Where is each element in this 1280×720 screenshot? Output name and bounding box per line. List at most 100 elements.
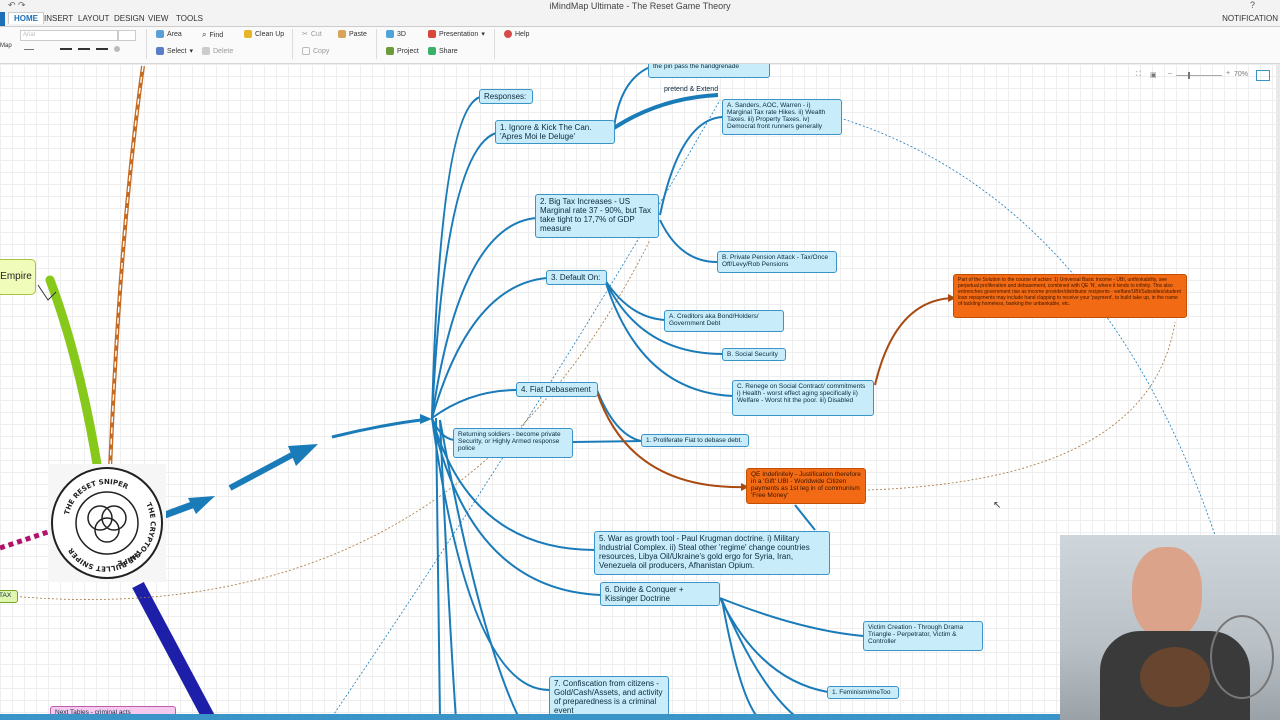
line-weight-2-icon[interactable] <box>78 48 90 50</box>
dotted-right-link <box>839 117 1216 536</box>
sub-branch-a <box>659 116 723 216</box>
reset-sniper-seal-logo: THE RESET SNIPER THE CRYPTO SNIPER THE B… <box>45 458 166 582</box>
branch-1 <box>431 132 497 419</box>
3d-button[interactable]: 3D <box>386 30 406 38</box>
broom-icon <box>244 30 252 38</box>
sub-branch-feminism <box>719 597 829 693</box>
find-label: Find <box>209 31 224 39</box>
webcam-overlay <box>1060 535 1280 720</box>
help-button[interactable]: Help <box>504 30 529 38</box>
line-weight-3-icon[interactable] <box>96 48 108 50</box>
dotted-blue-link <box>332 99 721 716</box>
branch-3c-topic[interactable]: C. Renege on Social Contract/ commitment… <box>732 380 874 416</box>
search-icon: ⌕ <box>202 30 207 39</box>
area-label: Area <box>167 30 182 38</box>
zoom-out-button[interactable]: – <box>1168 70 1172 77</box>
copy-button[interactable]: Copy <box>302 47 329 55</box>
qe-to-war-link <box>794 504 816 531</box>
presenter-head <box>1132 547 1202 639</box>
responses-topic[interactable]: Responses: <box>479 89 533 104</box>
line-weight-icon[interactable] <box>60 48 72 50</box>
window-title: iMindMap Ultimate - The Reset Game Theor… <box>549 1 731 11</box>
branch-7-topic[interactable]: 7. Confiscation from citizens - Gold/Cas… <box>549 676 669 716</box>
ribbon-separator <box>146 29 147 59</box>
branch-1-topic[interactable]: 1. Ignore & Kick The Can. 'Apres Moi le … <box>495 120 615 144</box>
magenta-dashed-branch <box>0 529 49 551</box>
branch-4-topic[interactable]: 4. Fiat Debasement <box>516 382 598 397</box>
orange-connector-ubi <box>874 297 954 386</box>
fill-color-icon[interactable] <box>114 46 120 52</box>
qe-topic[interactable]: QE Indefinitely - Justification therefor… <box>746 468 866 504</box>
branch-1a-topic[interactable]: A. Sanders, AOC, Warren - i) Marginal Ta… <box>722 99 842 135</box>
tab-home[interactable]: HOME <box>8 12 44 24</box>
orange-branch-dash <box>109 65 144 471</box>
area-icon <box>156 30 164 38</box>
branch-3-topic[interactable]: 3. Default On: <box>546 270 607 285</box>
branch-5-topic[interactable]: 5. War as growth tool - Paul Krugman doc… <box>594 531 830 575</box>
delete-button[interactable]: Delete <box>202 47 233 55</box>
project-button[interactable]: Project <box>386 47 419 55</box>
branch-3b-topic[interactable]: B. Social Security <box>722 348 786 361</box>
paste-button[interactable]: Paste <box>338 30 367 38</box>
tab-view[interactable]: VIEW <box>148 14 168 23</box>
victim-topic[interactable]: Victim Creation - Through Drama Triangle… <box>863 621 983 651</box>
clean-up-button[interactable]: Clean Up <box>244 30 284 38</box>
central-topic-fragment[interactable]: Empire <box>0 259 36 295</box>
arrow-head-2 <box>288 444 318 466</box>
select-button[interactable]: Select ▾ <box>156 47 193 55</box>
tab-tools[interactable]: TOOLS <box>176 14 203 23</box>
share-icon <box>428 47 436 55</box>
font-family-input[interactable]: Arial <box>20 30 118 41</box>
branch-4-1-topic[interactable]: 1. Proliferate Fiat to debase debt. <box>641 434 749 447</box>
ribbon-separator <box>376 29 377 59</box>
branch-3a-topic[interactable]: A. Creditors aka Bond/Holders/ Governmen… <box>664 310 784 332</box>
green-branch <box>45 275 103 475</box>
tab-insert[interactable]: INSERT <box>44 14 73 23</box>
branch-6-topic[interactable]: 6. Divide & Conquer + Kissinger Doctrine <box>600 582 720 606</box>
branch-2b-topic[interactable]: B. Private Pension Attack - Tax/Once Off… <box>717 251 837 273</box>
overview-icon[interactable]: ▣ <box>1150 71 1157 79</box>
menu-bar: HOME INSERT LAYOUT DESIGN VIEW TOOLS NOT… <box>0 12 1280 27</box>
tab-layout[interactable]: LAYOUT <box>78 14 109 23</box>
branch-2-topic[interactable]: 2. Big Tax Increases - US Marginal rate … <box>535 194 659 238</box>
delete-label: Delete <box>213 47 234 55</box>
tab-design[interactable]: DESIGN <box>114 14 145 23</box>
panel-toggle-icon[interactable] <box>1256 70 1270 81</box>
ubi-topic[interactable]: Part of the Solution to the course of ac… <box>953 274 1187 318</box>
font-size-input[interactable] <box>118 30 136 41</box>
soldiers-topic[interactable]: Returning soldiers - become private Secu… <box>453 428 573 458</box>
find-button[interactable]: ⌕ Find <box>202 30 223 40</box>
bottom-status-strip <box>0 714 1060 720</box>
branch-7 <box>431 417 550 691</box>
zoom-slider-thumb[interactable] <box>1188 72 1190 79</box>
arrow-head-1 <box>188 496 215 514</box>
sub-branch-victim <box>719 597 864 637</box>
presentation-label: Presentation <box>439 30 479 38</box>
fit-view-icon[interactable]: ⛶ <box>1136 71 1141 79</box>
navy-branch <box>132 581 216 716</box>
share-button[interactable]: Share <box>428 47 458 55</box>
line-style-icon[interactable] <box>24 49 34 50</box>
help-label: Help <box>515 30 530 38</box>
cut-label: Cut <box>310 30 322 38</box>
tax-tag-topic[interactable]: TAX <box>0 590 18 603</box>
format-buttons-row <box>24 45 134 53</box>
ribbon-separator <box>494 29 495 59</box>
feminism-topic[interactable]: 1. Feminism#meToo <box>827 686 899 699</box>
branch-3 <box>431 277 548 419</box>
shirt-graphic <box>1140 647 1210 707</box>
cut-button[interactable]: ✂ Cut <box>302 30 322 39</box>
zoom-in-button[interactable]: + <box>1226 70 1230 77</box>
zoom-control: ⛶ ▣ – + 70% <box>1136 70 1276 82</box>
help-question-icon[interactable]: ? <box>1250 0 1255 10</box>
clean-up-label: Clean Up <box>255 30 285 38</box>
zoom-slider[interactable] <box>1176 75 1222 76</box>
presentation-button[interactable]: Presentation ▾ <box>428 30 485 38</box>
topic-top-partial[interactable]: the pin pass the handgrenade <box>648 64 770 78</box>
mouse-cursor-icon: ↖ <box>993 500 1002 511</box>
trash-icon <box>202 47 210 55</box>
file-tab-stub[interactable] <box>0 12 5 26</box>
area-button[interactable]: Area <box>156 30 182 38</box>
arrow-segment-2 <box>228 452 294 491</box>
notifications-button[interactable]: NOTIFICATION <box>1222 14 1278 23</box>
